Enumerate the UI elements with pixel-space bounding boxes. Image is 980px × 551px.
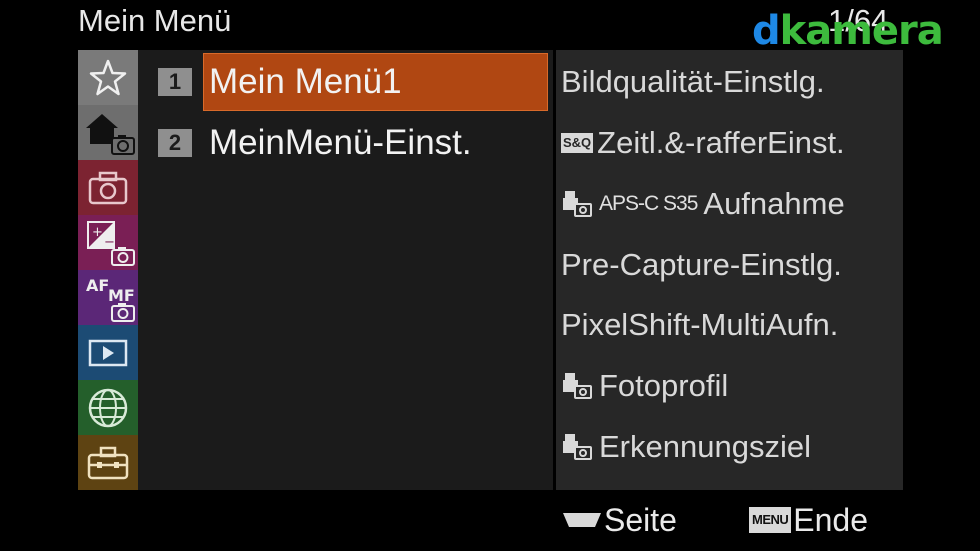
toolbox-icon [87, 446, 129, 479]
submenu-label: Fotoprofil [599, 368, 729, 403]
category-network[interactable] [78, 380, 138, 435]
category-setup[interactable] [78, 435, 138, 490]
item-label: MeinMenü-Einst. [209, 123, 472, 162]
category-exposure[interactable]: + − [78, 215, 138, 270]
submenu-item[interactable]: Pre-Capture-Einstlg. [561, 236, 842, 294]
item-number: 1 [158, 68, 192, 96]
photo-mode-icon [561, 189, 595, 219]
category-sidebar: + − AF MF [78, 50, 138, 490]
home-camera-icon [86, 113, 135, 155]
submenu-label: Erkennungsziel [599, 429, 811, 464]
category-focus[interactable]: AF MF [78, 270, 138, 325]
category-my-menu[interactable] [78, 50, 138, 105]
submenu-item[interactable]: PixelShift-MultiAufn. [561, 296, 838, 354]
submenu-item[interactable]: Bildqualität-Einstlg. [561, 53, 825, 111]
end-hint: MENU Ende [749, 500, 868, 540]
logo-d: d [752, 8, 781, 54]
page-title: Mein Menü [78, 3, 232, 38]
page-hint-label: Seite [604, 501, 677, 538]
submenu-label: Aufnahme [703, 186, 845, 221]
globe-icon [88, 388, 128, 427]
submenu-label: Bildqualität-Einstlg. [561, 64, 825, 99]
sq-badge-icon: S&Q [561, 133, 594, 153]
watermark-logo: d kamera [752, 6, 944, 56]
page-hint: Seite [562, 500, 677, 540]
menu-button-icon: MENU [749, 507, 792, 533]
aps-c-s35-label: APS-C S35 [599, 192, 698, 215]
logo-rest: kamera [779, 8, 944, 54]
star-icon [89, 59, 127, 95]
category-shooting[interactable] [78, 160, 138, 215]
my-menu-item-1[interactable]: 1 Mein Menü1 [158, 53, 402, 111]
camera-icon [88, 171, 128, 204]
photo-mode-icon [561, 432, 595, 462]
photo-mode-icon [561, 371, 595, 401]
end-hint-label: Ende [793, 501, 869, 538]
my-menu-item-2[interactable]: 2 MeinMenü-Einst. [158, 114, 472, 172]
exposure-camera-icon: + − [87, 220, 135, 266]
play-icon [88, 339, 128, 366]
category-home[interactable] [78, 105, 138, 160]
submenu-item[interactable]: Erkennungsziel [561, 418, 811, 476]
submenu-label: Pre-Capture-Einstlg. [561, 247, 842, 282]
svg-text:MF: MF [108, 286, 135, 305]
svg-text:AF: AF [86, 276, 109, 295]
submenu-item[interactable]: APS-C S35 Aufnahme [561, 175, 845, 233]
submenu-label: Zeitl.&-rafferEinst. [597, 125, 845, 160]
category-playback[interactable] [78, 325, 138, 380]
svg-text:+: + [92, 225, 103, 240]
af-mf-icon: AF MF [86, 276, 135, 322]
item-number: 2 [158, 129, 192, 157]
submenu-label: PixelShift-MultiAufn. [561, 307, 839, 342]
svg-text:−: − [104, 235, 115, 250]
control-wheel-icon [563, 513, 601, 527]
item-label: Mein Menü1 [209, 62, 402, 101]
submenu-item[interactable]: Fotoprofil [561, 357, 728, 415]
submenu-item[interactable]: S&Q Zeitl.&-rafferEinst. [561, 114, 845, 172]
